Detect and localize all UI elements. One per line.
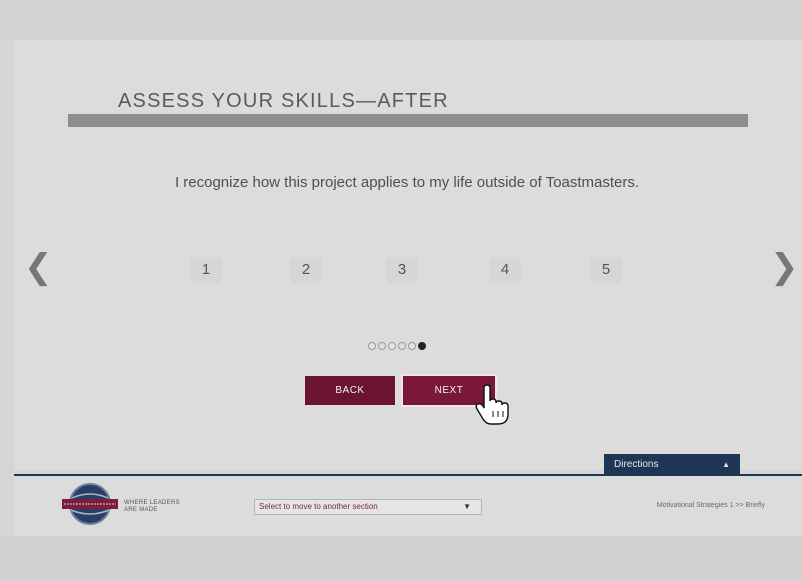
chevron-down-icon: ▼: [463, 502, 471, 511]
title-underline-bar: [68, 114, 748, 127]
toastmasters-logo-icon: [62, 483, 118, 525]
next-slide-arrow-icon[interactable]: ❯: [770, 250, 799, 284]
progress-dot[interactable]: [408, 342, 416, 350]
top-band: [0, 0, 802, 40]
tagline-line-1: WHERE LEADERS: [124, 500, 180, 506]
logo-tagline: WHERE LEADERS ARE MADE: [124, 500, 180, 514]
rating-option-4[interactable]: 4: [489, 257, 521, 283]
progress-dot[interactable]: [368, 342, 376, 350]
progress-dot[interactable]: [378, 342, 386, 350]
tagline-line-2: ARE MADE: [124, 507, 158, 513]
back-button[interactable]: BACK: [305, 376, 395, 405]
page-title: ASSESS YOUR SKILLS—AFTER: [118, 90, 449, 112]
course-path-label: Motivational Strategies 1 >> Briefly: [656, 502, 765, 509]
rating-option-3[interactable]: 3: [386, 257, 418, 283]
page: ASSESS YOUR SKILLS—AFTER I recognize how…: [0, 0, 802, 581]
progress-dot[interactable]: [388, 342, 396, 350]
question-text: I recognize how this project applies to …: [174, 174, 640, 191]
hand-cursor-icon: [475, 384, 509, 425]
progress-dot-active[interactable]: [418, 342, 426, 350]
previous-slide-arrow-icon[interactable]: ❮: [24, 250, 53, 284]
section-select-value: Select to move to another section: [259, 502, 378, 511]
rating-option-1[interactable]: 1: [190, 257, 222, 283]
directions-tab[interactable]: Directions ▲: [604, 454, 740, 475]
directions-label: Directions: [614, 459, 659, 470]
section-select[interactable]: Select to move to another section ▼: [254, 499, 482, 515]
progress-dots: [368, 342, 426, 350]
rating-option-2[interactable]: 2: [290, 257, 322, 283]
rating-option-5[interactable]: 5: [590, 257, 622, 283]
progress-dot[interactable]: [398, 342, 406, 350]
bottom-band: [0, 536, 802, 581]
caret-up-icon: ▲: [722, 460, 730, 469]
